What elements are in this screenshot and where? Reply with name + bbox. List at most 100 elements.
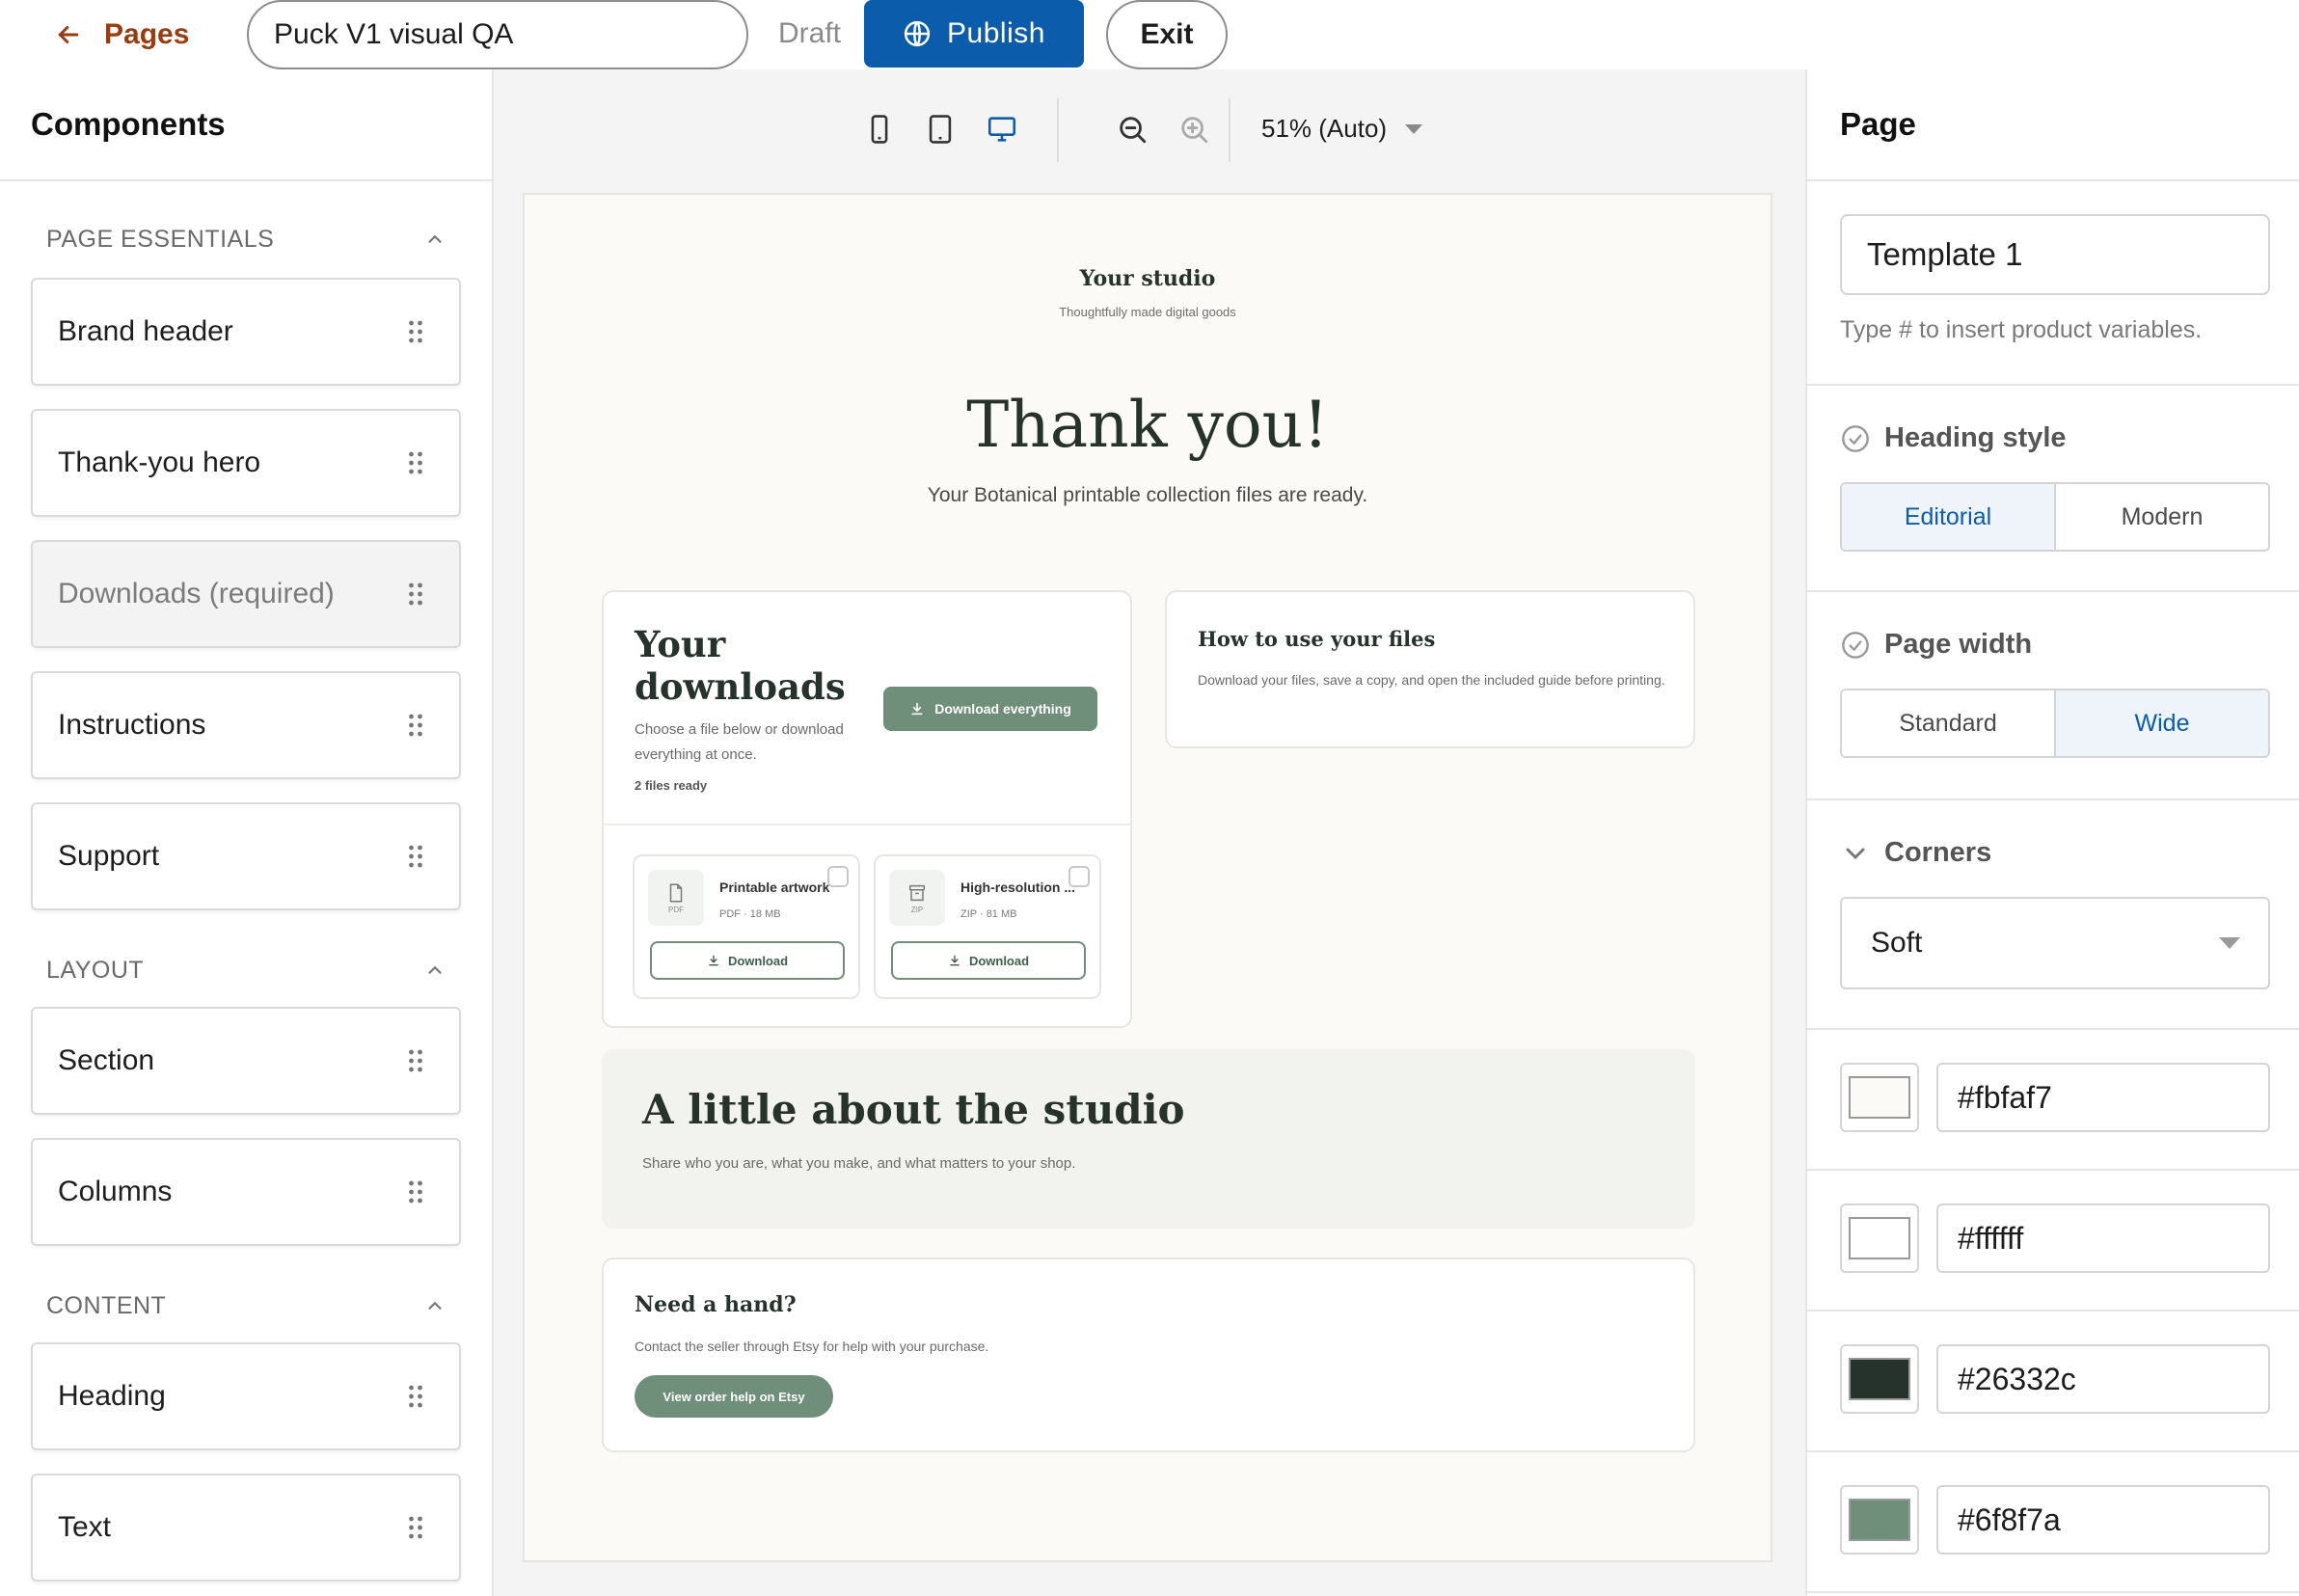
drag-handle-icon[interactable] [407, 1514, 424, 1541]
order-help-button[interactable]: View order help on Etsy [635, 1375, 833, 1418]
color-swatch-button[interactable] [1840, 1485, 1919, 1555]
mobile-view-button[interactable] [860, 110, 899, 149]
file-tile[interactable]: ZIP High-resolution ... ZIP · 81 MB Down… [874, 854, 1101, 999]
file-meta: PDF · 18 MB [719, 908, 781, 920]
color-hex-input[interactable] [1936, 1204, 2270, 1273]
publish-button-label: Publish [947, 17, 1045, 49]
page-title-input[interactable] [247, 0, 748, 69]
about-section[interactable]: A little about the studio Share who you … [602, 1049, 1695, 1229]
drag-handle-icon[interactable] [407, 1383, 424, 1410]
heading-style-modern[interactable]: Modern [2054, 484, 2268, 550]
desktop-view-button[interactable] [983, 110, 1021, 149]
check-circle-icon [1842, 631, 1869, 659]
page-settings-title: Page [1807, 69, 2299, 181]
group-header-layout[interactable]: LAYOUT [0, 933, 492, 1007]
color-swatch-button[interactable] [1840, 1204, 1919, 1273]
exit-button[interactable]: Exit [1106, 0, 1228, 69]
component-support[interactable]: Support [31, 802, 461, 910]
instructions-card[interactable]: How to use your files Download your file… [1165, 590, 1695, 748]
component-downloads-required[interactable]: Downloads (required) [31, 540, 461, 648]
group-header-content[interactable]: CONTENT [0, 1269, 492, 1342]
color-field [1807, 1171, 2299, 1312]
template-name-section: Type # to insert product variables. [1807, 181, 2299, 386]
component-instructions[interactable]: Instructions [31, 671, 461, 779]
page-settings-panel: Page Type # to insert product variables.… [1805, 69, 2299, 1596]
downloads-card[interactable]: Your downloads Choose a file below or do… [602, 590, 1132, 1028]
check-circle-icon [1842, 424, 1869, 452]
hero-subtitle: Your Botanical printable collection file… [927, 484, 1368, 506]
download-everything-button[interactable]: Download everything [883, 687, 1097, 731]
page-width-standard[interactable]: Standard [1842, 690, 2054, 756]
color-hex-input[interactable] [1936, 1063, 2270, 1132]
zoom-level-select[interactable]: 51% (Auto) [1261, 114, 1387, 144]
corners-label-text: Corners [1884, 837, 1992, 868]
drag-handle-icon[interactable] [407, 318, 424, 345]
drag-handle-icon[interactable] [407, 1047, 424, 1074]
zoom-in-button[interactable] [1175, 110, 1213, 149]
download-icon [709, 955, 718, 966]
component-brand-header[interactable]: Brand header [31, 278, 461, 386]
drag-handle-icon[interactable] [407, 843, 424, 870]
color-swatch [1849, 1358, 1910, 1400]
file-download-button[interactable]: Download [650, 941, 845, 980]
file-download-button[interactable]: Download [891, 941, 1086, 980]
drag-handle-icon[interactable] [407, 712, 424, 739]
file-download-label: Download [968, 953, 1030, 968]
file-select-checkbox[interactable] [1068, 866, 1090, 887]
publish-button[interactable]: Publish [864, 0, 1084, 68]
template-name-input[interactable] [1840, 214, 2270, 295]
color-swatch-button[interactable] [1840, 1344, 1919, 1414]
file-name: Printable artwork [719, 879, 830, 895]
toolbar-divider [1057, 98, 1059, 162]
globe-icon [904, 20, 931, 47]
file-name: High-resolution ... [960, 879, 1075, 895]
heading-style-label-text: Heading style [1884, 422, 2067, 453]
support-card[interactable]: Need a hand? Contact the seller through … [602, 1258, 1695, 1452]
components-panel-title: Components [0, 69, 492, 181]
page-width-wide[interactable]: Wide [2054, 690, 2268, 756]
back-to-pages-link[interactable]: Pages [54, 14, 189, 56]
color-swatch-button[interactable] [1840, 1063, 1919, 1132]
corners-label[interactable]: Corners [1840, 837, 1991, 869]
template-hint: Type # to insert product variables. [1840, 316, 2203, 343]
downloads-title: Your downloads [635, 623, 846, 708]
about-body: Share who you are, what you make, and wh… [642, 1155, 1076, 1172]
top-bar: Pages Draft Publish Exit [0, 0, 2299, 69]
hero-title[interactable]: Thank you! [525, 388, 1771, 462]
back-link-label: Pages [104, 18, 190, 50]
component-thank-you-hero[interactable]: Thank-you hero [31, 409, 461, 517]
component-columns[interactable]: Columns [31, 1138, 461, 1246]
download-icon [911, 702, 923, 716]
component-section[interactable]: Section [31, 1007, 461, 1115]
file-ext-label: ZIP [910, 905, 924, 914]
drag-handle-icon[interactable] [407, 449, 424, 476]
file-tile[interactable]: PDF Printable artwork PDF · 18 MB Downlo… [633, 854, 860, 999]
file-select-checkbox[interactable] [827, 866, 849, 887]
brand-header-name[interactable]: Your studio [525, 266, 1771, 291]
file-meta: ZIP · 81 MB [960, 908, 1017, 920]
tablet-view-button[interactable] [921, 110, 960, 149]
components-panel: Components PAGE ESSENTIALS Brand header … [0, 69, 494, 1596]
heading-style-toggle: Editorial Modern [1840, 482, 2270, 552]
pdf-file-icon [669, 883, 683, 902]
corners-select[interactable]: Soft [1840, 897, 2270, 989]
file-download-label: Download [727, 953, 789, 968]
component-label: Support [58, 840, 160, 872]
zoom-out-button[interactable] [1113, 110, 1151, 149]
group-header-page-essentials[interactable]: PAGE ESSENTIALS [0, 181, 492, 278]
component-label: Section [58, 1044, 155, 1076]
chevron-up-icon [428, 1301, 442, 1310]
viewport-toolbar: 51% (Auto) [494, 69, 1805, 193]
component-heading[interactable]: Heading [31, 1342, 461, 1450]
heading-style-editorial[interactable]: Editorial [1842, 484, 2054, 550]
component-text[interactable]: Text [31, 1474, 461, 1582]
color-field [1807, 1452, 2299, 1593]
drag-handle-icon[interactable] [407, 581, 424, 608]
color-field [1807, 1030, 2299, 1171]
file-type-badge: ZIP [889, 870, 945, 926]
archive-icon [908, 884, 926, 901]
color-hex-input[interactable] [1936, 1344, 2270, 1414]
color-hex-input[interactable] [1936, 1485, 2270, 1555]
caret-down-icon[interactable] [1404, 123, 1423, 135]
drag-handle-icon[interactable] [407, 1178, 424, 1205]
